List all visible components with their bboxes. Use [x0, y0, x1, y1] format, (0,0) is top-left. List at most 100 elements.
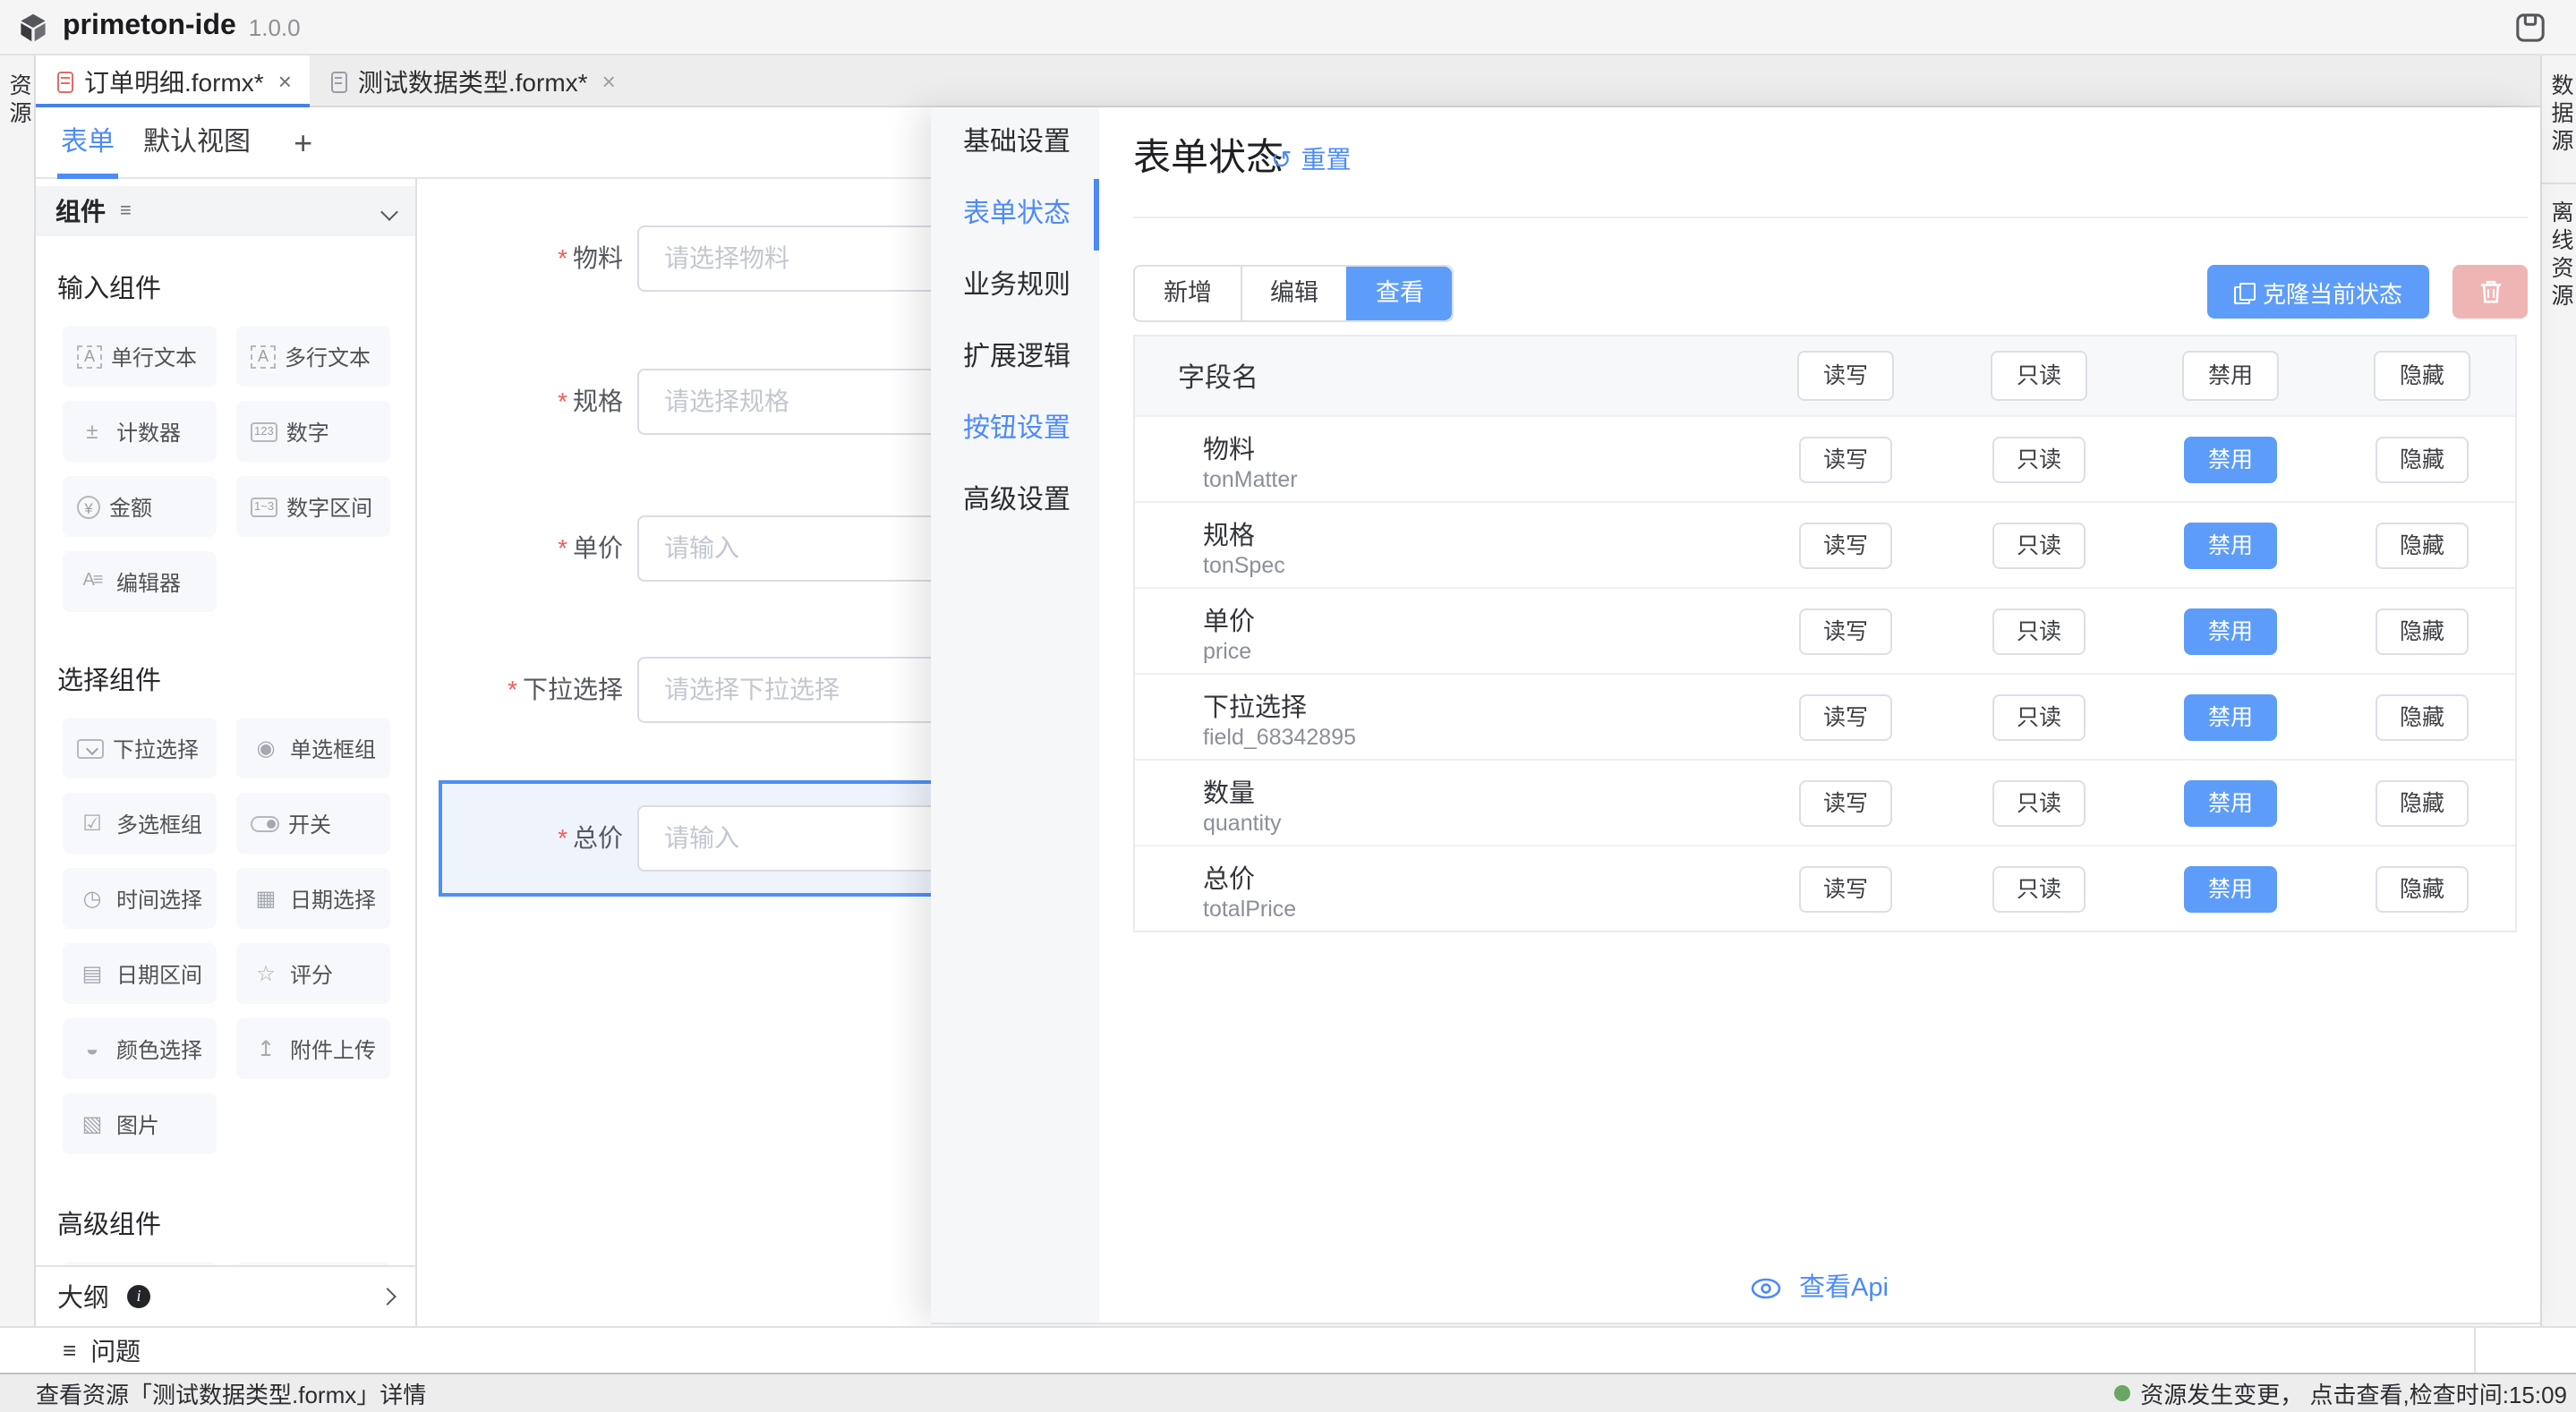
component-item-counter[interactable]: ±计数器: [63, 401, 217, 462]
settings-menu-item[interactable]: 高级设置: [931, 465, 1099, 537]
sidebar-rail-resources[interactable]: 资源: [0, 55, 36, 1326]
field-state-row: 单价price读写只读禁用隐藏: [1135, 587, 2515, 673]
tab-order-detail-formx[interactable]: 订单明细.formx* ×: [36, 55, 310, 107]
state-button[interactable]: 只读: [1992, 608, 2086, 655]
reset-button[interactable]: ↺ 重置: [1271, 141, 1351, 177]
section-title-input: 输入组件: [57, 268, 415, 306]
component-item-image[interactable]: ▧图片: [63, 1093, 217, 1154]
field-state-row: 数量quantity读写只读禁用隐藏: [1135, 759, 2515, 845]
add-view-button[interactable]: +: [294, 108, 312, 176]
chevron-right-icon[interactable]: [379, 1288, 397, 1306]
state-button[interactable]: 禁用: [2184, 694, 2277, 741]
set-all-state-button[interactable]: 读写: [1797, 351, 1894, 401]
rail-offline-resources-tab[interactable]: 离线资源: [2542, 182, 2576, 310]
date-picker-icon: ▦: [251, 888, 281, 909]
divider: [1133, 217, 2528, 218]
tab-default-view[interactable]: 默认视图: [140, 106, 254, 178]
rail-datasource-tab[interactable]: 数据源: [2542, 73, 2576, 157]
status-resource-detail[interactable]: 查看资源「测试数据类型.formx」详情: [36, 1376, 426, 1410]
component-item-checkbox-group[interactable]: ☑多选框组: [63, 793, 217, 854]
state-button[interactable]: 读写: [1799, 866, 1892, 913]
number-range-icon: 1~3: [251, 497, 277, 516]
state-button[interactable]: 只读: [1992, 866, 2086, 913]
delete-state-button[interactable]: [2452, 265, 2528, 319]
set-all-state-button[interactable]: 禁用: [2182, 351, 2279, 401]
mode-button[interactable]: 查看: [1346, 267, 1452, 320]
state-button[interactable]: 禁用: [2184, 523, 2277, 569]
component-item-switch[interactable]: 开关: [236, 793, 390, 854]
state-button[interactable]: 读写: [1799, 780, 1892, 827]
settings-menu-item[interactable]: 扩展逻辑: [931, 322, 1099, 394]
component-item-rating[interactable]: ☆评分: [236, 943, 390, 1004]
component-panel-header[interactable]: 组件 ≡: [36, 186, 415, 236]
state-button[interactable]: 禁用: [2184, 437, 2277, 483]
component-item-multi-text[interactable]: A多行文本: [236, 326, 390, 387]
status-resource-changed[interactable]: 资源发生变更， 点击查看,检查时间:15:09: [2113, 1376, 2567, 1410]
checkbox-group-icon: ☑: [77, 812, 107, 834]
state-button[interactable]: 禁用: [2184, 608, 2277, 655]
state-button[interactable]: 只读: [1992, 523, 2086, 569]
field-code: quantity: [1203, 811, 1282, 836]
set-all-state-button[interactable]: 隐藏: [2374, 351, 2470, 401]
component-item-dropdown[interactable]: 下拉选择: [63, 718, 217, 778]
number-icon: 123: [251, 421, 277, 441]
component-item-color-picker[interactable]: ◒颜色选择: [63, 1018, 217, 1079]
mode-button[interactable]: 新增: [1135, 267, 1241, 320]
close-icon[interactable]: ×: [278, 68, 292, 95]
tab-form[interactable]: 表单: [57, 106, 118, 178]
chevron-down-icon[interactable]: [380, 202, 398, 220]
field-code: tonSpec: [1203, 553, 1285, 578]
component-item-radio-group[interactable]: ◉单选框组: [236, 718, 390, 778]
input-components-grid: A单行文本 A多行文本 ±计数器 123数字 ¥金额 1~3数字区间 A≡编辑器: [36, 306, 415, 626]
state-button[interactable]: 禁用: [2184, 780, 2277, 827]
state-button[interactable]: 读写: [1799, 523, 1892, 569]
required-asterisk: *: [558, 243, 567, 272]
state-button[interactable]: 读写: [1799, 694, 1892, 741]
outline-bar[interactable]: 大纲 i: [36, 1265, 417, 1326]
save-icon[interactable]: [2515, 13, 2546, 43]
state-button[interactable]: 隐藏: [2376, 866, 2469, 913]
required-asterisk: *: [558, 533, 567, 562]
view-tab-bar: 表单 默认视图 +: [36, 107, 931, 179]
component-item-date-picker[interactable]: ▦日期选择: [236, 868, 390, 929]
clone-current-state-button[interactable]: 克隆当前状态: [2207, 265, 2429, 319]
component-panel: 组件 ≡ 输入组件 A单行文本A多行文本±计数器123数字¥金额1~3数字区间A…: [36, 179, 417, 1265]
settings-menu-item[interactable]: 业务规则: [931, 251, 1099, 322]
ide-window: primeton-ide 1.0.0 资源 数据源 离线资源 订单明细.form…: [0, 0, 2576, 1412]
state-button[interactable]: 读写: [1799, 608, 1892, 655]
component-item-date-range[interactable]: ▤日期区间: [63, 943, 217, 1004]
settings-menu-item[interactable]: 按钮设置: [931, 394, 1099, 465]
view-api-link[interactable]: 查看Api: [1099, 1267, 2540, 1305]
state-button[interactable]: 隐藏: [2376, 694, 2469, 741]
state-button[interactable]: 隐藏: [2376, 437, 2469, 483]
switch-icon: [251, 815, 279, 831]
component-item-editor[interactable]: A≡编辑器: [63, 551, 217, 612]
tab-test-datatype-formx[interactable]: 测试数据类型.formx* ×: [310, 55, 634, 107]
component-item-currency[interactable]: ¥金额: [63, 476, 217, 537]
state-button[interactable]: 只读: [1992, 694, 2086, 741]
component-item-number-range[interactable]: 1~3数字区间: [236, 476, 390, 537]
component-item-number[interactable]: 123数字: [236, 401, 390, 462]
file-tab-bar: 订单明细.formx* × 测试数据类型.formx* ×: [36, 55, 2540, 107]
settings-menu-item[interactable]: 表单状态: [931, 179, 1099, 251]
time-picker-icon: ◷: [77, 888, 107, 909]
placeholder-text: 请选择规格: [664, 387, 789, 415]
field-label: 总价: [1203, 859, 1255, 897]
component-item-upload[interactable]: ↥附件上传: [236, 1018, 390, 1079]
state-button[interactable]: 隐藏: [2376, 523, 2469, 569]
state-button[interactable]: 隐藏: [2376, 608, 2469, 655]
state-button[interactable]: 禁用: [2184, 866, 2277, 913]
close-icon[interactable]: ×: [602, 68, 616, 95]
state-button[interactable]: 隐藏: [2376, 780, 2469, 827]
mode-button[interactable]: 编辑: [1241, 267, 1346, 320]
state-button[interactable]: 只读: [1992, 780, 2086, 827]
table-body: 物料tonMatter读写只读禁用隐藏规格tonSpec读写只读禁用隐藏单价pr…: [1135, 415, 2515, 931]
problems-bar[interactable]: ≡ 问题: [0, 1326, 2576, 1373]
state-button[interactable]: 读写: [1799, 437, 1892, 483]
state-button[interactable]: 只读: [1992, 437, 2086, 483]
set-all-state-button[interactable]: 只读: [1991, 351, 2087, 401]
settings-menu-item[interactable]: 基础设置: [931, 107, 1099, 179]
dropdown-icon: [77, 738, 104, 758]
component-item-single-text[interactable]: A单行文本: [63, 326, 217, 387]
component-item-time-picker[interactable]: ◷时间选择: [63, 868, 217, 929]
